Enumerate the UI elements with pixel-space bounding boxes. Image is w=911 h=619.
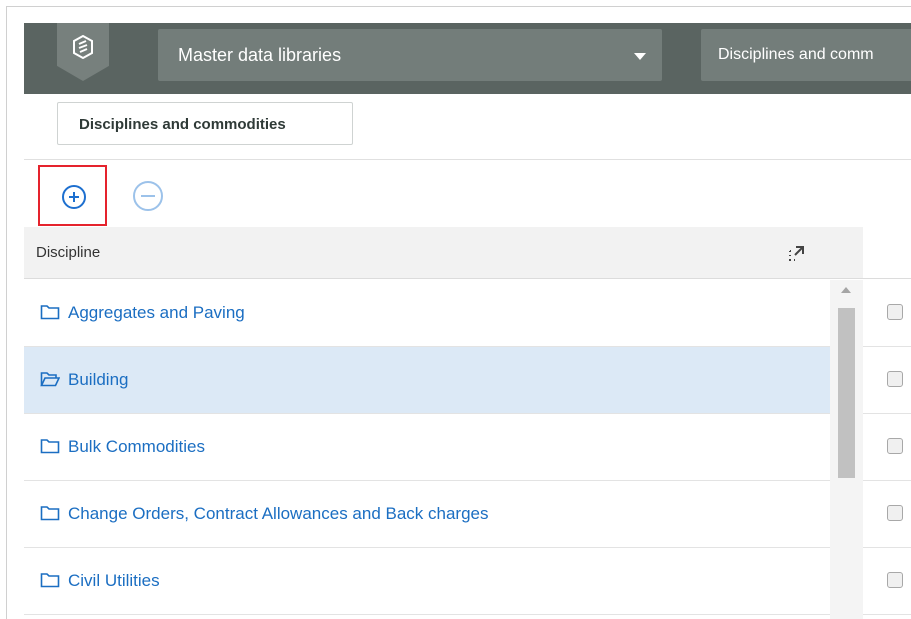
checkbox-cell	[863, 414, 911, 481]
checkbox-cell	[863, 481, 911, 548]
frame-top-border	[6, 6, 911, 7]
folder-icon	[40, 506, 60, 521]
library-select-label: Master data libraries	[178, 45, 342, 65]
app-logo[interactable]	[57, 23, 109, 81]
row-checkbox[interactable]	[887, 505, 903, 521]
breadcrumb-select[interactable]: Disciplines and comm	[701, 29, 911, 81]
row-checkbox[interactable]	[887, 371, 903, 387]
row-checkbox[interactable]	[887, 304, 903, 320]
table-row[interactable]: Change Orders, Contract Allowances and B…	[24, 481, 830, 548]
tab-disciplines-and-commodities[interactable]: Disciplines and commodities	[57, 102, 353, 145]
vertical-scrollbar[interactable]	[830, 280, 863, 619]
row-checkbox[interactable]	[887, 438, 903, 454]
chevron-down-icon	[634, 53, 646, 60]
checkbox-cell	[863, 347, 911, 414]
right-column-header	[863, 227, 911, 279]
checkbox-cell	[863, 280, 911, 347]
plus-circle-icon	[62, 185, 86, 209]
scrollbar-thumb[interactable]	[838, 308, 855, 478]
grid-header: Discipline	[24, 227, 830, 279]
minus-circle-icon	[133, 181, 163, 211]
row-label: Aggregates and Paving	[68, 303, 245, 322]
folder-icon	[40, 439, 60, 454]
table-row[interactable]: Building	[24, 347, 830, 414]
logo-icon	[73, 35, 93, 59]
checkbox-cell	[863, 548, 911, 615]
frame-left-border	[6, 6, 7, 619]
checkbox-column	[863, 280, 911, 615]
discipline-list: Aggregates and Paving Building Bulk Comm…	[24, 280, 830, 615]
library-select[interactable]: Master data libraries	[158, 29, 662, 81]
row-label: Bulk Commodities	[68, 437, 205, 456]
folder-icon	[40, 305, 60, 320]
breadcrumb-label: Disciplines and comm	[718, 46, 874, 63]
tab-label: Disciplines and commodities	[79, 116, 286, 133]
row-label: Civil Utilities	[68, 571, 160, 590]
remove-button[interactable]	[133, 181, 163, 211]
folder-open-icon	[40, 372, 60, 387]
column-header-discipline[interactable]: Discipline	[36, 244, 100, 261]
row-label: Change Orders, Contract Allowances and B…	[68, 504, 489, 523]
expand-icon[interactable]	[786, 242, 808, 264]
tab-divider	[24, 159, 911, 160]
table-row[interactable]: Aggregates and Paving	[24, 280, 830, 347]
table-row[interactable]: Bulk Commodities	[24, 414, 830, 481]
scroll-header	[830, 227, 863, 279]
app-header: Master data libraries Disciplines and co…	[24, 23, 911, 94]
scroll-up-arrow-icon[interactable]	[841, 287, 851, 293]
add-button[interactable]	[38, 165, 107, 226]
row-checkbox[interactable]	[887, 572, 903, 588]
row-label: Building	[68, 370, 129, 389]
table-row[interactable]: Civil Utilities	[24, 548, 830, 615]
folder-icon	[40, 573, 60, 588]
